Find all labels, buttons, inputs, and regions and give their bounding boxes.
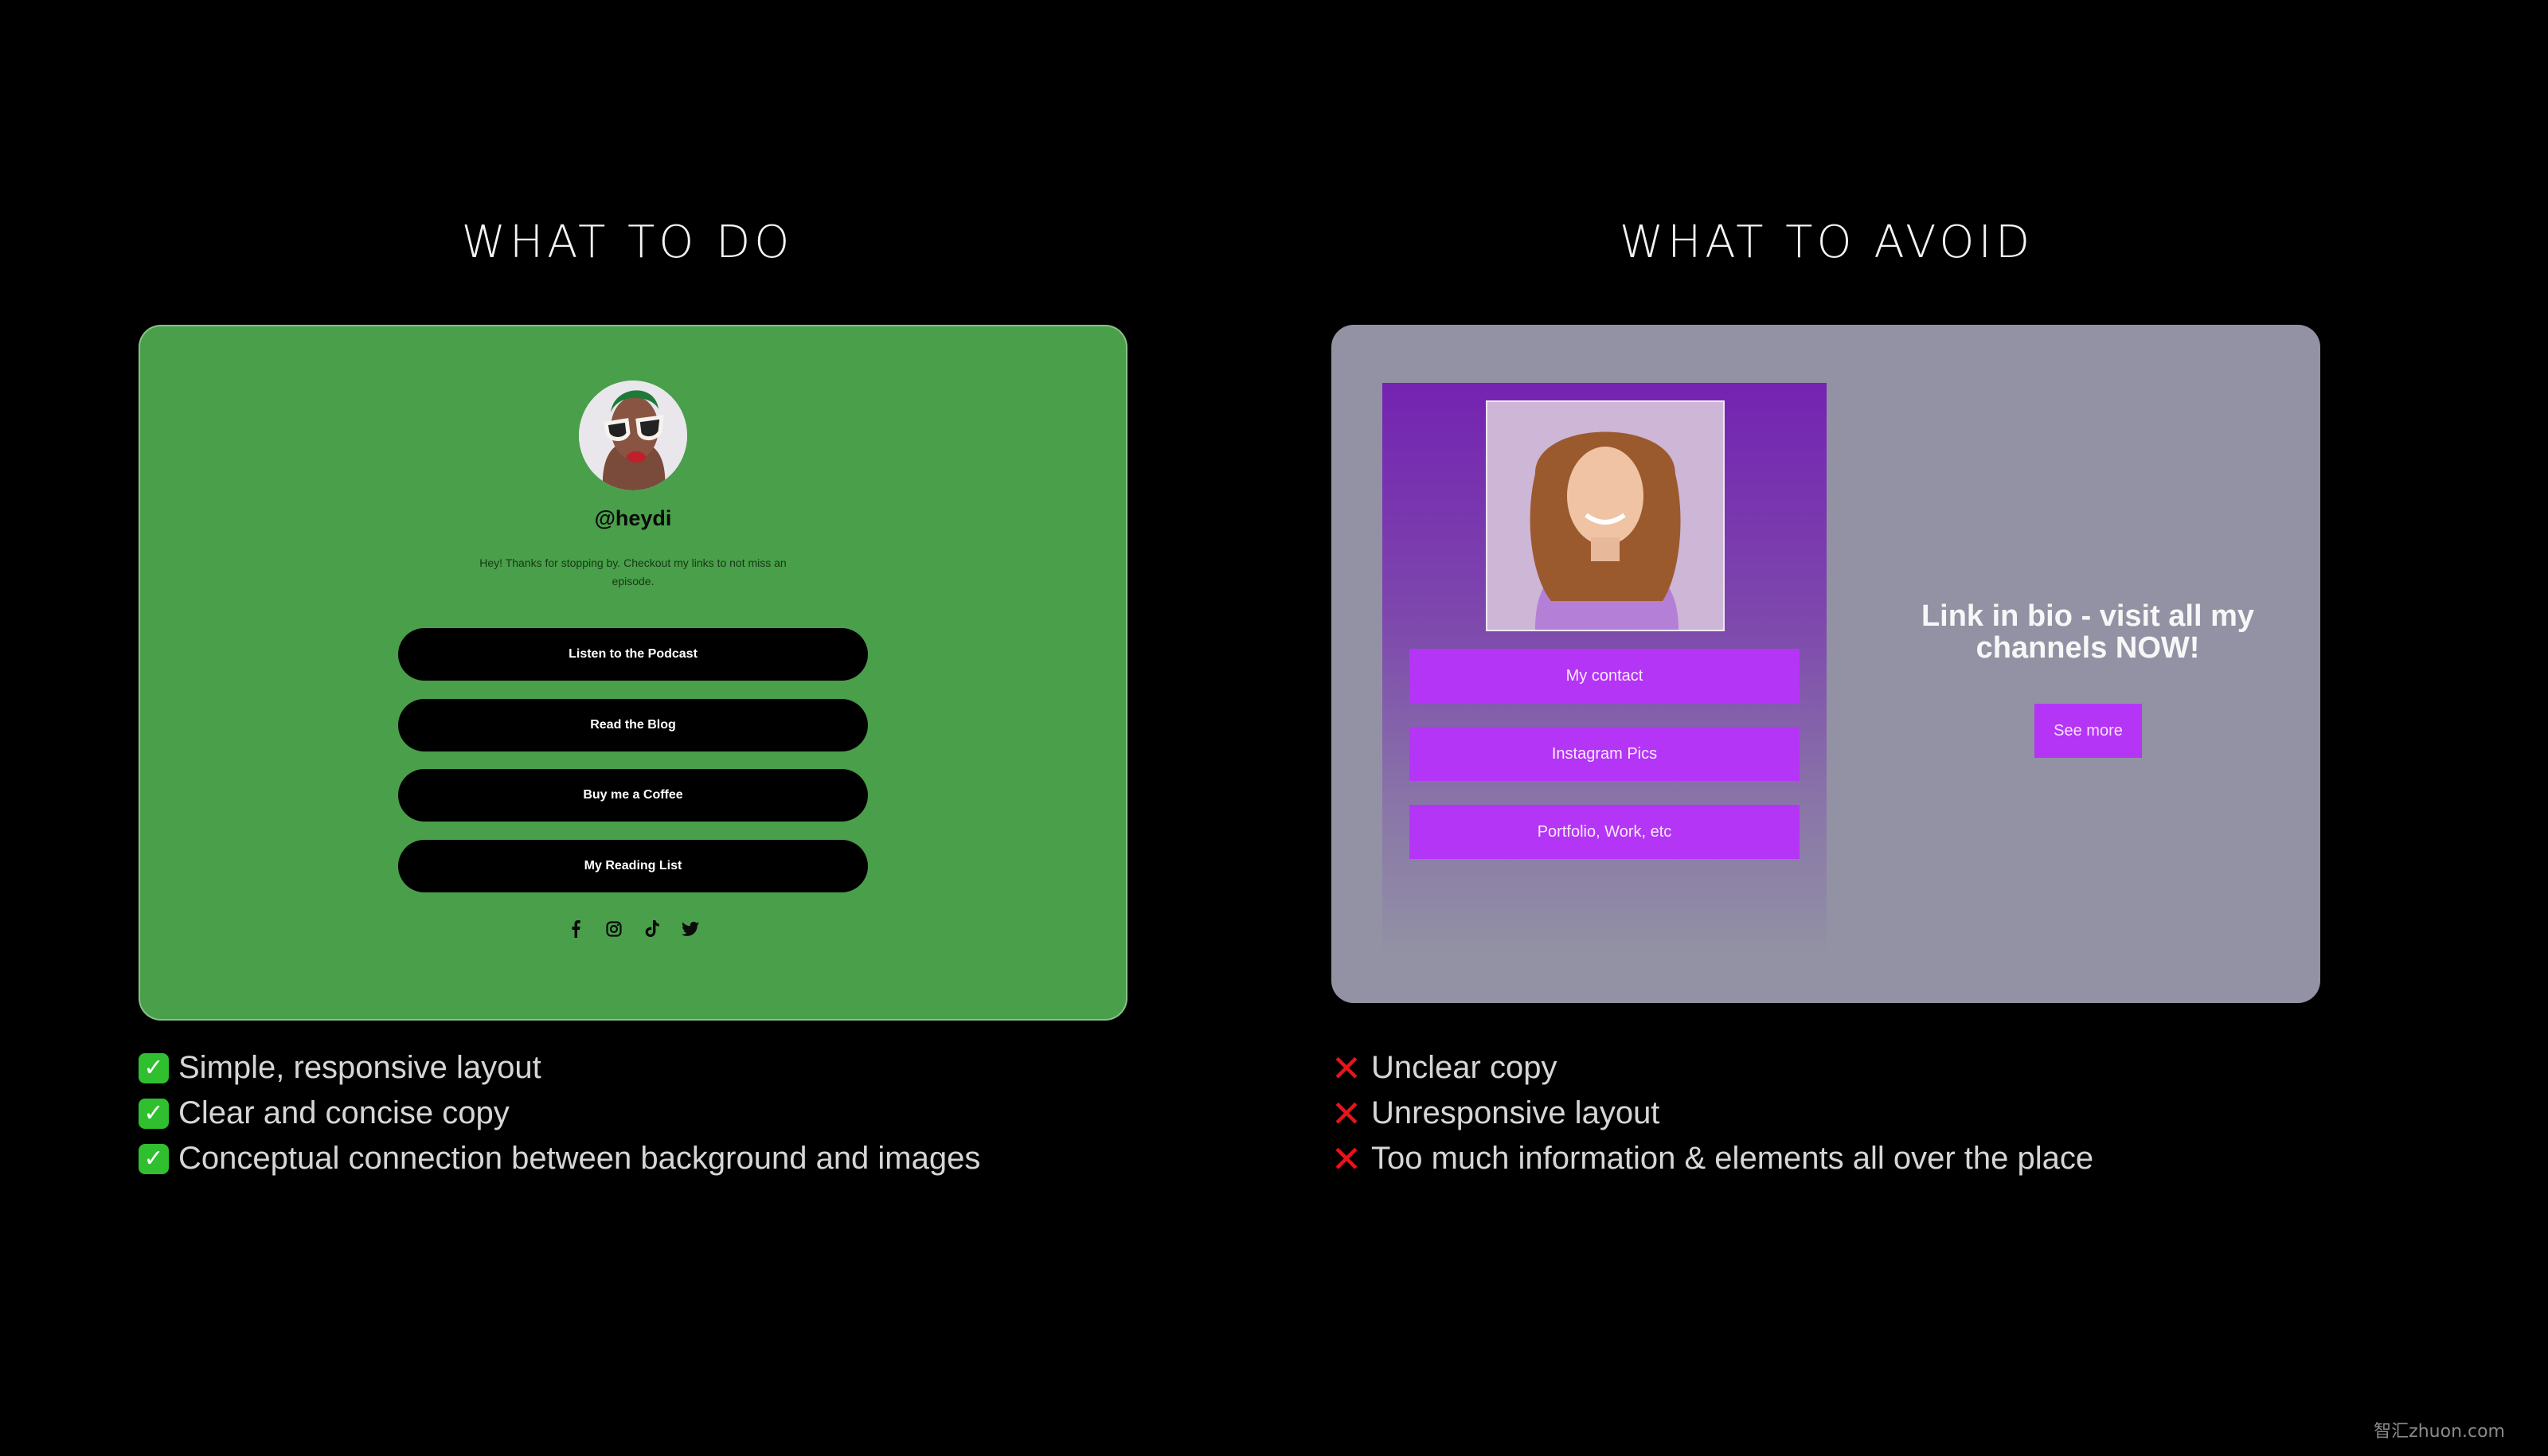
bullet-text: Unresponsive layout [1371, 1095, 1660, 1130]
facebook-icon[interactable] [567, 919, 584, 939]
check-mark-icon: ✓ [139, 1143, 169, 1174]
link-button-portfolio[interactable]: Portfolio, Work, etc [1409, 805, 1800, 859]
link-button-podcast[interactable]: Listen to the Podcast [398, 628, 868, 681]
twitter-icon[interactable] [682, 919, 699, 939]
bullet-text: Conceptual connection between background… [178, 1141, 981, 1176]
profile-handle: @heydi [594, 506, 672, 530]
instagram-icon[interactable] [605, 919, 623, 939]
good-example-card: @heydi Hey! Thanks for stopping by. Chec… [139, 325, 1127, 1021]
cross-mark-icon: ✕ [1331, 1091, 1362, 1135]
bullet-text: Clear and concise copy [178, 1095, 510, 1130]
link-panel: My contact Instagram Pics Portfolio, Wor… [1382, 383, 1827, 956]
check-mark-icon: ✓ [139, 1098, 169, 1129]
do-bullet-list: ✓ Simple, responsive layout ✓ Clear and … [139, 1045, 980, 1181]
bullet-text: Simple, responsive layout [178, 1050, 541, 1085]
bullet-text: Unclear copy [1371, 1050, 1557, 1085]
what-to-do-title: WHAT TO DO [461, 217, 794, 268]
social-links [139, 919, 1127, 939]
link-button-reading-list[interactable]: My Reading List [398, 840, 868, 892]
link-button-coffee[interactable]: Buy me a Coffee [398, 769, 868, 822]
profile-avatar [579, 381, 687, 490]
do-bullet: ✓ Conceptual connection between backgrou… [139, 1136, 980, 1181]
cross-mark-icon: ✕ [1331, 1137, 1362, 1181]
watermark: 智汇zhuon.com [2374, 1422, 2505, 1442]
avoid-bullet: ✕ Unclear copy [1331, 1045, 2093, 1091]
do-bullet: ✓ Simple, responsive layout [139, 1045, 980, 1091]
see-more-button[interactable]: See more [2034, 704, 2142, 758]
what-to-avoid-title: WHAT TO AVOID [1619, 217, 2034, 268]
link-button-instagram[interactable]: Instagram Pics [1409, 727, 1800, 781]
avoid-bullet: ✕ Unresponsive layout [1331, 1091, 2093, 1136]
cross-mark-icon: ✕ [1331, 1046, 1362, 1090]
avoid-bullet-list: ✕ Unclear copy ✕ Unresponsive layout ✕ T… [1331, 1045, 2093, 1181]
avoid-bullet: ✕ Too much information & elements all ov… [1331, 1136, 2093, 1181]
link-button-contact[interactable]: My contact [1409, 649, 1800, 703]
profile-bio: Hey! Thanks for stopping by. Checkout my… [479, 556, 787, 587]
bad-example-card: My contact Instagram Pics Portfolio, Wor… [1331, 325, 2320, 1003]
tiktok-icon[interactable] [643, 919, 661, 939]
do-bullet: ✓ Clear and concise copy [139, 1091, 980, 1136]
profile-photo [1486, 400, 1725, 631]
link-button-blog[interactable]: Read the Blog [398, 699, 868, 751]
check-mark-icon: ✓ [139, 1052, 169, 1083]
bullet-text: Too much information & elements all over… [1371, 1141, 2094, 1176]
bad-headline: Link in bio - visit all my channels NOW! [1921, 599, 2255, 665]
